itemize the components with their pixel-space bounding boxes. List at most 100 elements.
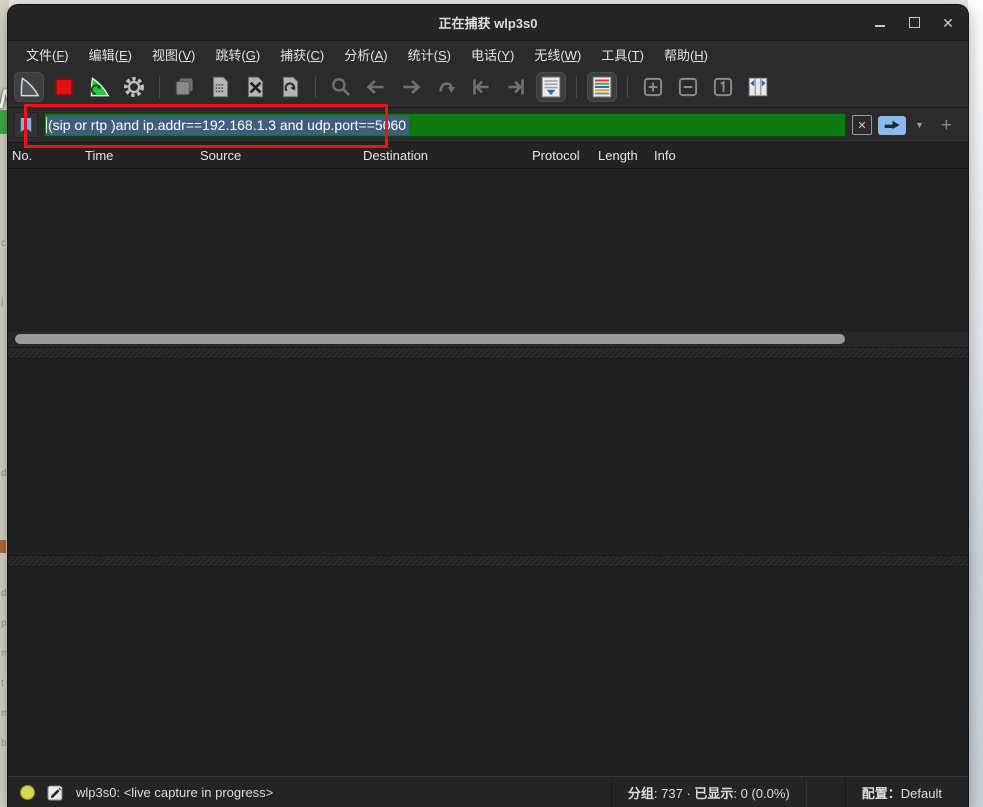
displayed-label: 已显示	[694, 786, 733, 801]
menu-item-tools[interactable]: 工具(T)	[591, 42, 654, 67]
column-header-destination[interactable]: Destination	[359, 148, 528, 163]
menu-item-label: W	[565, 48, 577, 63]
menu-item-label: 统计(	[408, 48, 438, 63]
go-last-packet-button[interactable]	[501, 72, 531, 102]
column-header-source[interactable]: Source	[196, 148, 359, 163]
menu-item-label: )	[191, 48, 195, 63]
save-file-icon	[207, 74, 233, 100]
menu-item-label: 分析(	[344, 48, 374, 63]
filter-expression: (sip or rtp )and ip.addr==192.168.1.3 an…	[47, 116, 409, 135]
profile-label: 配置：	[862, 786, 901, 801]
find-magnifier-icon	[328, 74, 354, 100]
go-forward-button[interactable]	[396, 72, 426, 102]
filter-bar: (sip or rtp )and ip.addr==192.168.1.3 an…	[8, 108, 968, 143]
menu-item-go[interactable]: 跳转(G)	[205, 42, 270, 67]
pane-splitter-top[interactable]	[8, 347, 968, 359]
reload-file-icon	[277, 74, 303, 100]
filter-clear-button[interactable]: ✕	[852, 115, 872, 135]
menu-item-label: )	[383, 48, 387, 63]
column-header-info[interactable]: Info	[650, 148, 968, 163]
menu-item-wireless[interactable]: 无线(W)	[524, 42, 591, 67]
arrow-forward-icon	[398, 74, 424, 100]
menu-item-label: Y	[501, 48, 510, 63]
filter-input[interactable]: (sip or rtp )and ip.addr==192.168.1.3 an…	[44, 113, 846, 137]
packet-bytes-pane[interactable]	[8, 567, 968, 776]
packets-label: 分组	[628, 786, 654, 801]
packets-count: 737	[661, 786, 683, 801]
auto-scroll-button[interactable]	[536, 72, 566, 102]
menu-item-capture[interactable]: 捕获(C)	[270, 42, 334, 67]
capture-comment-icon[interactable]	[47, 784, 64, 801]
menu-item-statistics[interactable]: 统计(S)	[398, 42, 461, 67]
column-header-length[interactable]: Length	[594, 148, 650, 163]
close-file-button[interactable]	[240, 72, 270, 102]
capture-options-button[interactable]	[119, 72, 149, 102]
capture-source-status: wlp3s0: <live capture in progress>	[76, 785, 273, 800]
packet-details-pane[interactable]	[8, 359, 968, 555]
horizontal-scrollbar[interactable]	[8, 330, 968, 347]
scrollbar-thumb[interactable]	[15, 334, 845, 344]
zoom-out-icon	[675, 74, 701, 100]
zoom-100-button[interactable]	[708, 72, 738, 102]
toolbar-separator	[576, 76, 577, 98]
filter-history-dropdown[interactable]: ▼	[915, 120, 924, 130]
restart-capture-button[interactable]	[84, 72, 114, 102]
maximize-icon	[909, 17, 920, 28]
packet-list-pane[interactable]	[8, 169, 968, 330]
start-capture-button[interactable]	[14, 72, 44, 102]
expert-info-icon[interactable]	[20, 785, 35, 800]
go-first-icon	[468, 74, 494, 100]
menu-item-label: 捕获(	[280, 48, 310, 63]
menu-item-analyze[interactable]: 分析(A)	[334, 42, 397, 67]
menu-bar: 文件(F)编辑(E)视图(V)跳转(G)捕获(C)分析(A)统计(S)电话(Y)…	[8, 41, 968, 67]
menu-item-label: )	[510, 48, 514, 63]
menu-item-telephony[interactable]: 电话(Y)	[461, 42, 524, 67]
zoom-out-button[interactable]	[673, 72, 703, 102]
column-header-time[interactable]: Time	[81, 148, 196, 163]
go-first-packet-button[interactable]	[466, 72, 496, 102]
toolbar-separator	[627, 76, 628, 98]
go-last-icon	[503, 74, 529, 100]
title-bar[interactable]: 正在捕获 wlp3s0 ✕	[8, 5, 968, 41]
menu-item-label: 编辑(	[89, 48, 119, 63]
stop-capture-button[interactable]	[49, 72, 79, 102]
minimize-button[interactable]	[872, 15, 888, 31]
find-packet-button[interactable]	[326, 72, 356, 102]
column-header-protocol[interactable]: Protocol	[528, 148, 594, 163]
zoom-in-icon	[640, 74, 666, 100]
go-back-button[interactable]	[361, 72, 391, 102]
menu-item-label: )	[320, 48, 324, 63]
filter-add-button[interactable]: +	[941, 116, 952, 135]
filter-apply-button[interactable]	[878, 116, 906, 135]
menu-item-label: )	[447, 48, 451, 63]
resize-columns-button[interactable]	[743, 72, 773, 102]
menu-item-label: 无线(	[534, 48, 564, 63]
close-button[interactable]: ✕	[940, 15, 956, 31]
packet-list-header[interactable]: No. Time Source Destination Protocol Len…	[8, 143, 968, 169]
reload-file-button[interactable]	[275, 72, 305, 102]
menu-item-label: H	[694, 48, 703, 63]
resize-columns-icon	[745, 74, 771, 100]
go-to-packet-button[interactable]	[431, 72, 461, 102]
save-file-button[interactable]	[205, 72, 235, 102]
menu-item-help[interactable]: 帮助(H)	[654, 42, 718, 67]
zoom-in-button[interactable]	[638, 72, 668, 102]
bookmark-icon	[19, 117, 33, 133]
desktop-background-right	[968, 0, 983, 807]
menu-item-label: )	[128, 48, 132, 63]
pane-splitter-bottom[interactable]	[8, 555, 968, 567]
filter-bookmark-button[interactable]	[14, 112, 38, 138]
open-file-button[interactable]	[170, 72, 200, 102]
profile-status[interactable]: 配置：Default	[845, 778, 968, 807]
maximize-button[interactable]	[906, 15, 922, 31]
menu-item-edit[interactable]: 编辑(E)	[79, 42, 142, 67]
menu-item-label: V	[182, 48, 191, 63]
window-controls: ✕	[872, 5, 956, 40]
menu-item-view[interactable]: 视图(V)	[142, 42, 205, 67]
colorize-button[interactable]	[587, 72, 617, 102]
zoom-100-icon	[710, 74, 736, 100]
column-header-no[interactable]: No.	[8, 148, 81, 163]
menu-item-label: )	[640, 48, 644, 63]
menu-item-file[interactable]: 文件(F)	[16, 42, 79, 67]
arrow-back-icon	[363, 74, 389, 100]
